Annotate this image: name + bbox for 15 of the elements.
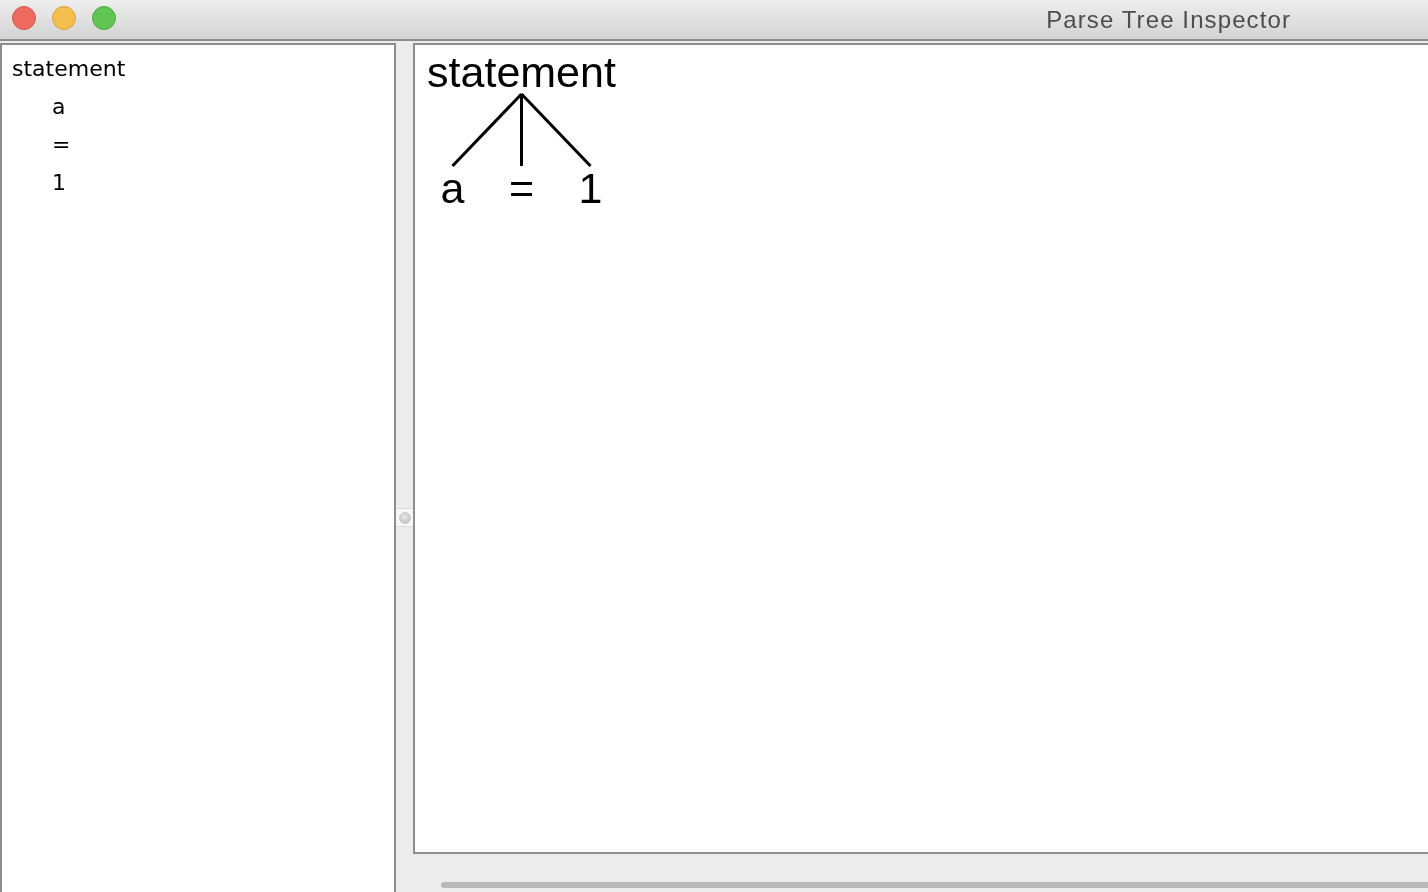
tree-item[interactable]: a bbox=[52, 94, 66, 120]
close-button[interactable] bbox=[12, 6, 36, 30]
node-label: statement bbox=[427, 50, 616, 94]
tree-item[interactable]: = bbox=[52, 132, 71, 158]
node-label: a bbox=[440, 166, 465, 210]
minimize-button[interactable] bbox=[52, 6, 76, 30]
node-label: 1 bbox=[578, 166, 603, 210]
tree-item[interactable]: statement bbox=[12, 56, 126, 82]
window-title: Parse Tree Inspector bbox=[1046, 5, 1291, 34]
node-label: = bbox=[508, 166, 535, 210]
scrollbar-thumb[interactable] bbox=[441, 882, 1428, 888]
splitter-handle[interactable] bbox=[396, 508, 413, 527]
zoom-button[interactable] bbox=[92, 6, 116, 30]
tree-item[interactable]: 1 bbox=[52, 170, 66, 196]
grip-dot-icon bbox=[398, 511, 411, 524]
